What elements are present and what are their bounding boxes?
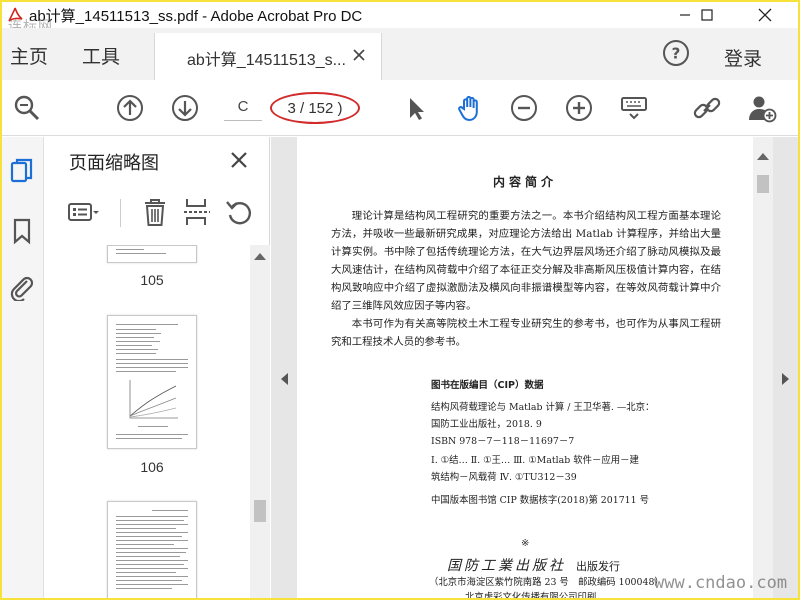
document-view: 内容简介 理论计算是结构风工程研究的重要方法之一。本书介绍结构风工程方面基本理论…: [271, 137, 798, 600]
rotate-pages-button[interactable]: [222, 195, 256, 229]
login-button[interactable]: 登录: [724, 44, 762, 71]
zoom-in-button[interactable]: [564, 93, 594, 123]
page-heading: 内容简介: [492, 175, 557, 189]
page-number-input[interactable]: [224, 93, 262, 121]
zoom-search-button[interactable]: [12, 93, 42, 123]
magnifier-icon: [14, 95, 40, 121]
list-options-icon: [68, 203, 99, 221]
next-page-button[interactable]: [170, 93, 200, 123]
window-title: ab计算_14511513_ss.pdf - Adobe Acrobat Pro…: [29, 8, 363, 25]
cip-line: 结构风荷载理论与 Matlab 计算 / 王卫华著. —北京：: [431, 402, 655, 413]
publisher-address: （北京市海淀区紫竹院南路 23 号 邮政编码 100048）: [429, 577, 664, 588]
title-bar: ab计算_14511513_ss.pdf - Adobe Acrobat Pro…: [2, 2, 798, 35]
scroll-up-arrow-icon[interactable]: [757, 153, 769, 160]
cursor-arrow-icon: [410, 98, 424, 120]
printer-line: 北京虎彩文化传播有限公司印刷: [465, 592, 597, 600]
split-pages-icon: [184, 199, 210, 225]
panel-title: 页面缩略图: [69, 153, 159, 174]
menu-home[interactable]: 主页: [10, 42, 48, 69]
minus-circle-icon: [511, 95, 537, 121]
keyboard-icon: [621, 97, 647, 120]
close-panel-icon[interactable]: [228, 149, 250, 171]
hand-icon: [458, 95, 478, 122]
thumbnail-page-106[interactable]: [107, 315, 197, 449]
copy-pages-icon: [10, 158, 33, 183]
bookmark-icon: [13, 218, 31, 245]
arrow-down-circle-icon: [172, 95, 198, 121]
expand-right-icon[interactable]: [782, 373, 789, 385]
cip-line: ISBN 978－7－118－11697－7: [431, 436, 575, 447]
page-thumbnails-nav[interactable]: [8, 157, 36, 185]
scrollbar-thumb[interactable]: [254, 500, 266, 522]
thumbnail-scrollbar[interactable]: [250, 245, 270, 598]
menu-tools[interactable]: 工具: [82, 42, 120, 69]
split-pages-button[interactable]: [180, 195, 214, 229]
cip-number: 中国版本图书馆 CIP 数据核字(2018)第 201711 号: [431, 495, 649, 506]
select-tool-button[interactable]: [400, 93, 430, 123]
zoom-out-button[interactable]: [509, 93, 539, 123]
publisher-logo: 国防工業出版社: [447, 558, 566, 574]
page-count-indicator: 3 / 152 ): [270, 92, 360, 124]
cip-heading: 图书在版编目（CIP）数据: [431, 380, 544, 391]
document-tab[interactable]: ab计算_14511513_s...: [154, 33, 382, 80]
close-window-button[interactable]: [742, 2, 788, 28]
thumbnail-tools: [44, 195, 270, 235]
svg-text:?: ?: [672, 45, 681, 63]
thumbnail-plot: [129, 380, 178, 419]
cip-line: 国防工业出版社，2018. 9: [431, 419, 542, 430]
link-icon: [693, 97, 721, 119]
pdf-page: 内容简介 理论计算是结构风工程研究的重要方法之一。本书介绍结构风工程方面基本理论…: [297, 137, 753, 600]
separator-mark: ※: [521, 538, 530, 549]
keyboard-tool-button[interactable]: [619, 93, 649, 123]
audience-paragraph: 本书可作为有关高等院校土木工程专业研究生的参考书，也可作为从事风工程研究和工程技…: [331, 318, 721, 349]
previous-page-button[interactable]: [115, 93, 145, 123]
help-icon[interactable]: ?: [662, 39, 690, 67]
arrow-up-circle-icon: [117, 95, 143, 121]
intro-paragraph: 理论计算是结构风工程研究的重要方法之一。本书介绍结构风工程方面基本理论方法，并吸…: [331, 210, 722, 313]
navigation-strip: [2, 137, 44, 598]
thumbnail-options-button[interactable]: [66, 195, 100, 229]
close-icon: [758, 8, 772, 22]
maximize-icon: [701, 9, 713, 21]
delete-pages-button[interactable]: [138, 195, 172, 229]
thumbnail-page-105[interactable]: [107, 245, 197, 263]
maximize-button[interactable]: [684, 2, 730, 28]
rotate-icon: [226, 201, 251, 225]
tab-close-icon[interactable]: [349, 45, 369, 65]
thumbnail-page-next[interactable]: [107, 501, 197, 598]
cip-class-line: Ⅰ. ①结… Ⅱ. ①王… Ⅲ. ①Matlab 软件－应用－建: [431, 455, 639, 466]
hand-tool-button[interactable]: [455, 93, 485, 123]
thumbnail-label: 105: [140, 272, 164, 288]
document-tab-label: ab计算_14511513_s...: [187, 52, 346, 69]
attachments-nav[interactable]: [8, 273, 36, 303]
document-scrollbar[interactable]: [753, 137, 773, 598]
add-user-icon: [749, 96, 777, 123]
scroll-up-arrow-icon[interactable]: [254, 253, 266, 260]
plus-circle-icon: [566, 95, 592, 121]
paperclip-icon: [10, 276, 34, 303]
toolbar: 3 / 152 ): [2, 80, 798, 136]
tool-divider: [120, 199, 121, 227]
app-window: ab计算_14511513_ss.pdf - Adobe Acrobat Pro…: [0, 0, 800, 600]
trash-icon: [145, 199, 165, 226]
add-user-button[interactable]: [747, 93, 777, 123]
watermark-bottom: www.cndao.com: [654, 573, 788, 593]
cip-class-line: 筑结构－风载荷 Ⅳ. ①TU312－39: [431, 472, 577, 483]
collapse-left-icon[interactable]: [281, 373, 288, 385]
thumbnail-label: 106: [140, 459, 164, 475]
thumbnail-list: 105 106: [44, 245, 250, 598]
share-link-button[interactable]: [692, 93, 722, 123]
thumbnails-panel: 页面缩略图 105 106: [44, 137, 270, 598]
scrollbar-thumb[interactable]: [757, 175, 769, 193]
menu-bar: 主页 工具 ab计算_14511513_s... ? 登录: [2, 28, 798, 80]
bookmarks-nav[interactable]: [8, 217, 36, 245]
publisher-line: 国防工業出版社 出版发行: [447, 558, 620, 574]
